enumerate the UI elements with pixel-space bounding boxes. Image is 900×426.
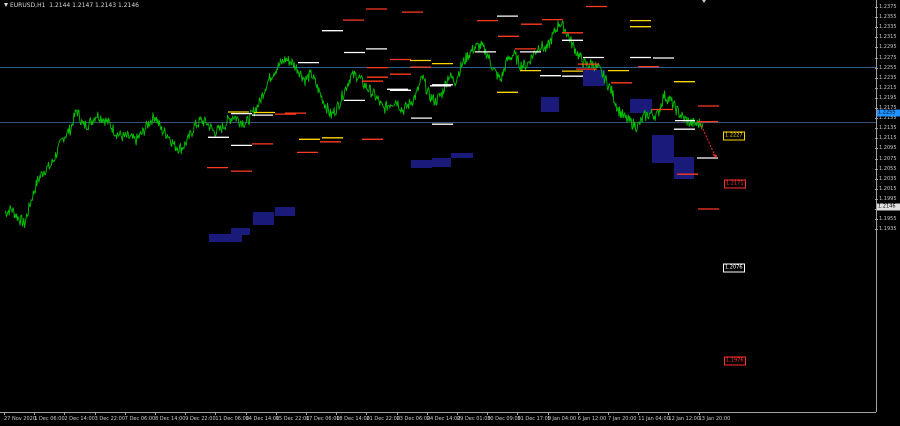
time-tick-label: 31 Dec 17:00 xyxy=(517,412,552,422)
time-tick-label: 11 Jan 04:00 xyxy=(638,412,670,422)
price-tick-label: 1.2115 xyxy=(875,135,897,142)
price-tick-label: 1.2295 xyxy=(875,44,897,51)
price-tick-label: 1.2195 xyxy=(875,94,897,101)
price-tag-red: 1.2171 xyxy=(724,179,746,189)
zone-0 xyxy=(209,234,242,242)
symbol-menu-icon[interactable] xyxy=(4,3,8,7)
shift-marker-icon[interactable] xyxy=(702,0,706,3)
time-tick-label: 13 Jan 20:00 xyxy=(698,412,731,422)
zone-6 xyxy=(451,153,473,158)
current-price-tag: 1.2146 xyxy=(877,203,900,211)
time-tick-label: 14 Dec 14:00 xyxy=(245,412,280,422)
time-tick-label: 29 Dec 01:00 xyxy=(457,412,491,422)
price-chart-plot[interactable] xyxy=(0,0,876,412)
zone-4 xyxy=(411,160,432,168)
price-tick-label: 1.2215 xyxy=(875,84,897,91)
time-tick-label: 3 Dec 22:00 xyxy=(94,412,126,422)
price-tick-label: 1.2335 xyxy=(875,24,897,31)
time-tick-label: 1 Dec 06:00 xyxy=(34,412,65,422)
price-series-line xyxy=(4,20,704,228)
zone-3 xyxy=(275,207,295,216)
time-tick-label: 9 Dec 22:00 xyxy=(185,412,216,422)
time-tick-label: 2 Dec 14:00 xyxy=(64,412,95,422)
time-tick-label: 12 Jan 12:00 xyxy=(668,412,701,422)
time-axis[interactable]: 27 Nov 2020 1 Dec 06:00 2 Dec 14:00 3 Dec 2… xyxy=(0,412,876,426)
zone-10 xyxy=(652,135,674,163)
zone-5 xyxy=(432,158,451,167)
symbol-header: EURUSD,H1 1.2144 1.2147 1.2143 1.2146 xyxy=(4,2,139,9)
time-tick-label: 11 Dec 06:00 xyxy=(215,412,250,422)
price-tick-label: 1.2275 xyxy=(875,54,897,61)
price-tick-label: 1.2075 xyxy=(875,155,897,162)
price-tick-label: 1.2135 xyxy=(875,125,897,132)
time-tick-label: 18 Dec 14:00 xyxy=(336,412,370,422)
price-tick-label: 1.2375 xyxy=(875,4,897,10)
price-tag-yellow: 1.2227 xyxy=(723,131,745,141)
price-tick-label: 1.2055 xyxy=(875,165,897,172)
symbol-name: EURUSD,H1 xyxy=(10,2,46,9)
price-tick-label: 1.2095 xyxy=(875,145,897,152)
price-tick-label: 1.2035 xyxy=(875,175,897,182)
zone-1 xyxy=(231,228,250,235)
time-tick-label: 15 Dec 22:00 xyxy=(275,412,310,422)
zone-9 xyxy=(630,99,652,113)
time-tick-label: 6 Jan 12:00 xyxy=(577,412,607,422)
time-tick-label: 30 Dec 09:00 xyxy=(487,412,521,422)
price-tick-label: 1.2315 xyxy=(875,34,897,41)
time-tick-label: 7 Dec 06:00 xyxy=(124,412,156,422)
time-tick-label: 23 Dec 06:00 xyxy=(396,412,431,422)
time-tick-label: 17 Dec 06:00 xyxy=(306,412,340,422)
ohlc-values: 1.2144 1.2147 1.2143 1.2146 xyxy=(49,2,139,9)
price-tag-target: 1.2076 xyxy=(723,263,745,273)
time-tick-label: 21 Dec 22:00 xyxy=(366,412,401,422)
time-tick-label: 27 Nov 2020 xyxy=(4,412,37,422)
zone-7 xyxy=(541,97,559,112)
price-tick-label: 1.1955 xyxy=(875,216,897,223)
blue-line-price-tag: 1.2255 xyxy=(877,109,900,117)
price-tick-label: 1.2355 xyxy=(875,14,897,21)
chart-window[interactable]: EURUSD,H1 1.2144 1.2147 1.2143 1.2146 1.… xyxy=(0,0,900,425)
time-tick-label: 5 Jan 04:00 xyxy=(547,412,577,422)
time-tick-label: 7 Jan 20:00 xyxy=(608,412,637,422)
price-tick-label: 1.1995 xyxy=(875,195,897,202)
price-tick-label: 1.2235 xyxy=(875,74,897,81)
zone-2 xyxy=(253,212,274,225)
time-tick-label: 24 Dec 14:00 xyxy=(426,412,461,422)
price-tick-label: 1.2015 xyxy=(875,185,897,192)
price-tick-label: 1.2255 xyxy=(875,64,897,71)
price-tag-red-low: 1.1976 xyxy=(724,356,746,366)
zone-11 xyxy=(674,157,694,179)
price-tick-label: 1.1935 xyxy=(875,226,897,233)
time-tick-label: 8 Dec 14:00 xyxy=(155,412,186,422)
